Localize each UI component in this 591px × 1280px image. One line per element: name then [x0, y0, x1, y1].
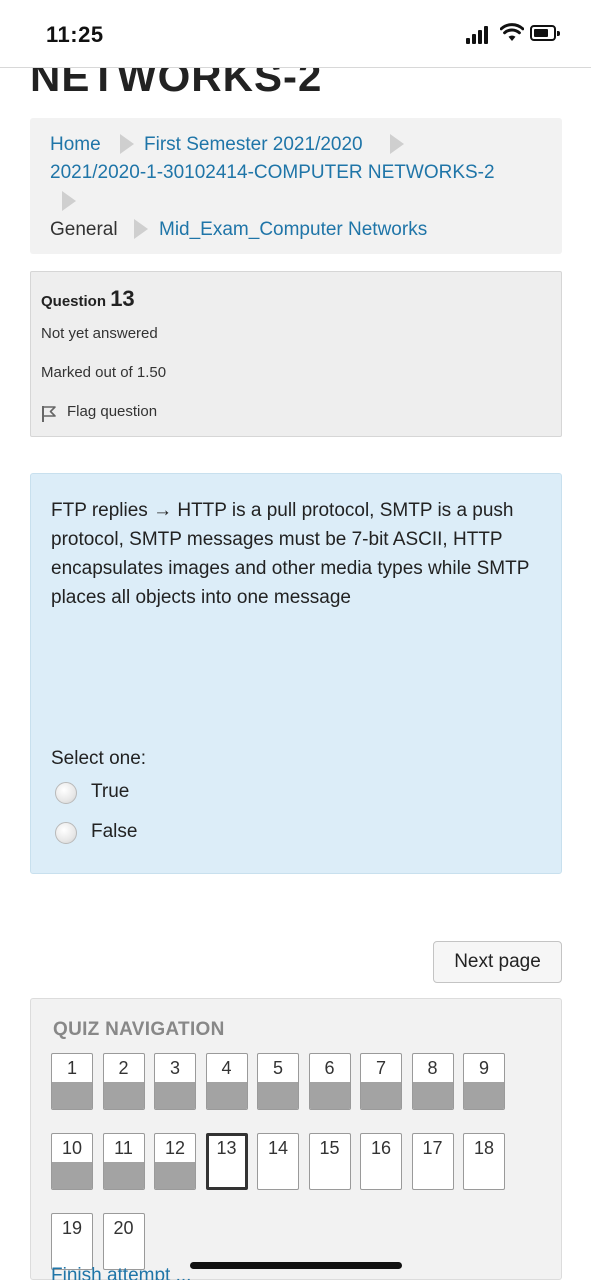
- quiz-nav-number: 10: [61, 1138, 83, 1158]
- quiz-nav-button-10[interactable]: 10: [51, 1133, 93, 1190]
- answered-indicator: [52, 1162, 92, 1189]
- breadcrumb-quiz-link[interactable]: Mid_Exam_Computer Networks: [159, 219, 427, 241]
- quiz-nav-number: 17: [422, 1138, 443, 1158]
- quiz-nav-button-11[interactable]: 11: [102, 1133, 145, 1190]
- wifi-icon: [500, 23, 524, 41]
- question-info: Question 13 Not yet answered Marked out …: [30, 271, 562, 437]
- quiz-nav-button-7[interactable]: 7: [360, 1053, 402, 1110]
- flag-icon: [42, 406, 56, 422]
- question-number: Question 13: [41, 286, 135, 312]
- quiz-nav-button-4[interactable]: 4: [205, 1053, 248, 1110]
- quiz-navigation: QUIZ NAVIGATION 1 2 3 4 5 6 7 8 9 10 11 12 13 14 15 16 1…: [30, 998, 562, 1280]
- answered-indicator: [155, 1082, 195, 1109]
- quiz-nav-number: 2: [118, 1058, 129, 1078]
- breadcrumb-home-link[interactable]: Home: [50, 134, 101, 156]
- quiz-navigation-title: QUIZ NAVIGATION: [53, 1019, 225, 1040]
- answer-option-label[interactable]: False: [91, 821, 137, 843]
- answered-indicator: [103, 1082, 144, 1109]
- quiz-nav-number: 15: [319, 1138, 340, 1158]
- question-content: FTP replies → HTTP is a pull protocol, S…: [30, 473, 562, 874]
- quiz-nav-number: 6: [324, 1058, 335, 1078]
- quiz-nav-number: 9: [478, 1058, 489, 1078]
- answered-indicator: [258, 1082, 298, 1109]
- quiz-nav-number: 11: [114, 1138, 133, 1158]
- quiz-nav-number: 14: [267, 1138, 289, 1158]
- select-one-prompt: Select one:: [51, 748, 147, 769]
- question-label: Question: [41, 293, 107, 310]
- quiz-nav-number: 7: [375, 1058, 386, 1078]
- radio-button[interactable]: [55, 782, 77, 804]
- flag-question-label: Flag question: [67, 403, 158, 420]
- next-page-button[interactable]: Next page: [433, 941, 562, 983]
- answered-indicator: [103, 1162, 144, 1189]
- breadcrumb-separator-icon: [62, 191, 76, 211]
- quiz-nav-button-12[interactable]: 12: [154, 1133, 196, 1190]
- answered-indicator: [412, 1082, 453, 1109]
- answered-indicator: [206, 1082, 247, 1109]
- quiz-nav-number: 4: [221, 1058, 232, 1078]
- question-state: Not yet answered: [41, 325, 158, 342]
- quiz-nav-button-17[interactable]: 17: [411, 1133, 454, 1190]
- quiz-nav-button-16[interactable]: 16: [360, 1133, 402, 1190]
- quiz-nav-number: 12: [164, 1138, 186, 1158]
- breadcrumb-course-link[interactable]: 2021/2020-1-30102414-COMPUTER NETWORKS-2: [50, 162, 495, 184]
- finish-attempt-link[interactable]: Finish attempt ...: [51, 1265, 191, 1280]
- answered-indicator: [309, 1082, 350, 1109]
- quiz-nav-button-6[interactable]: 6: [308, 1053, 351, 1110]
- quiz-nav-button-9[interactable]: 9: [463, 1053, 505, 1110]
- quiz-nav-button-2[interactable]: 2: [102, 1053, 145, 1110]
- quiz-nav-button-1[interactable]: 1: [51, 1053, 93, 1110]
- question-number-value: 13: [110, 286, 135, 311]
- quiz-nav-number: 20: [113, 1218, 134, 1238]
- question-grade: Marked out of 1.50: [41, 364, 167, 381]
- quiz-nav-button-20[interactable]: 20: [102, 1213, 145, 1270]
- quiz-nav-button-3[interactable]: 3: [154, 1053, 196, 1110]
- breadcrumb: Home First Semester 2021/2020 2021/2020-…: [30, 118, 562, 254]
- answer-option-label[interactable]: True: [91, 781, 129, 803]
- answered-indicator: [361, 1082, 401, 1109]
- breadcrumb-section: General: [50, 219, 118, 240]
- answered-indicator: [52, 1082, 92, 1109]
- quiz-nav-number: 13: [216, 1138, 237, 1158]
- quiz-nav-number: 1: [66, 1058, 77, 1078]
- answered-indicator: [464, 1082, 504, 1109]
- quiz-nav-button-8[interactable]: 8: [411, 1053, 454, 1110]
- quiz-nav-number: 5: [272, 1058, 283, 1078]
- quiz-nav-button-19[interactable]: 19: [51, 1213, 93, 1270]
- radio-button[interactable]: [55, 822, 77, 844]
- breadcrumb-separator-icon: [120, 134, 134, 154]
- status-time: 11:25: [46, 22, 104, 47]
- quiz-nav-button-15[interactable]: 15: [308, 1133, 351, 1190]
- question-text: FTP replies → HTTP is a pull protocol, S…: [51, 500, 530, 608]
- home-indicator: [190, 1262, 402, 1269]
- quiz-nav-button-18[interactable]: 18: [463, 1133, 505, 1190]
- answered-indicator: [155, 1162, 195, 1189]
- signal-icon: [466, 26, 494, 44]
- quiz-nav-button-14[interactable]: 14: [257, 1133, 299, 1190]
- breadcrumb-semester-link[interactable]: First Semester 2021/2020: [144, 134, 363, 156]
- quiz-nav-number: 16: [370, 1138, 392, 1158]
- quiz-nav-number: 8: [427, 1058, 438, 1078]
- quiz-nav-number: 3: [169, 1058, 180, 1078]
- quiz-nav-number: 18: [473, 1138, 495, 1158]
- quiz-nav-button-5[interactable]: 5: [257, 1053, 299, 1110]
- battery-icon: [530, 25, 560, 41]
- status-bar: 11:25: [0, 0, 591, 68]
- breadcrumb-separator-icon: [390, 134, 404, 154]
- quiz-nav-button-13[interactable]: 13: [205, 1133, 248, 1190]
- quiz-nav-number: 19: [61, 1218, 83, 1238]
- breadcrumb-separator-icon: [134, 219, 148, 239]
